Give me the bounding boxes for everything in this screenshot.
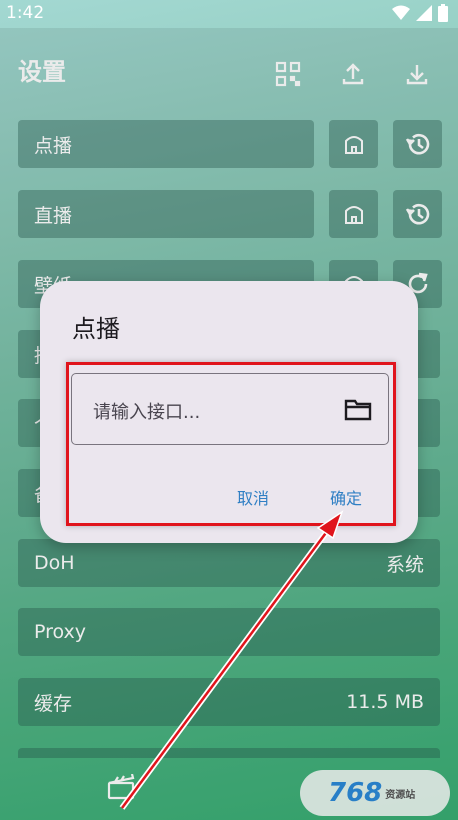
wifi-icon [392,5,410,20]
status-time: 1:42 [6,3,45,23]
status-bar: 1:42 [0,0,458,28]
signal-icon [416,5,432,21]
highlight-box [66,362,396,526]
battery-icon [438,4,448,22]
status-icons [392,4,448,22]
dialog-title: 点播 [72,315,120,343]
